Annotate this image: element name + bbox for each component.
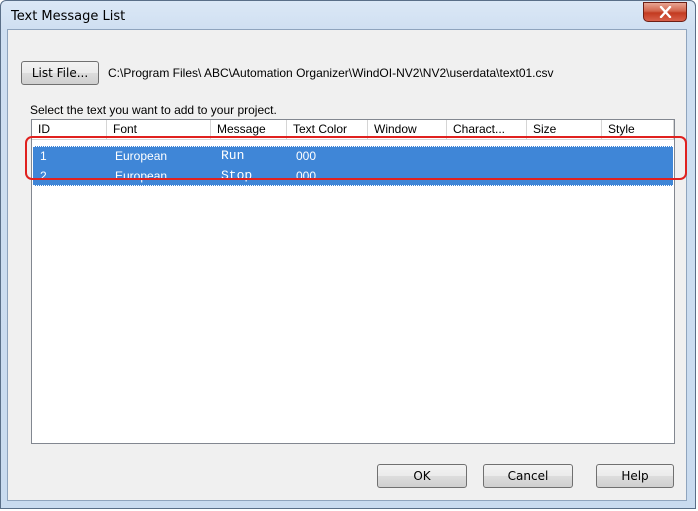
window-title: Text Message List (11, 9, 126, 24)
instruction-text: Select the text you want to add to your … (30, 103, 277, 117)
list-file-button[interactable]: List File... (21, 61, 99, 85)
ok-button[interactable]: OK (377, 464, 467, 488)
selection-highlight-annotation (25, 136, 687, 180)
cancel-button[interactable]: Cancel (483, 464, 573, 488)
file-path-label: C:\Program Files\ ABC\Automation Organiz… (108, 66, 554, 80)
help-button[interactable]: Help (596, 464, 674, 488)
close-button[interactable] (643, 2, 687, 22)
close-icon (659, 6, 672, 18)
dialog-client-area: List File... C:\Program Files\ ABC\Autom… (7, 29, 687, 501)
title-bar[interactable]: Text Message List (1, 1, 695, 31)
